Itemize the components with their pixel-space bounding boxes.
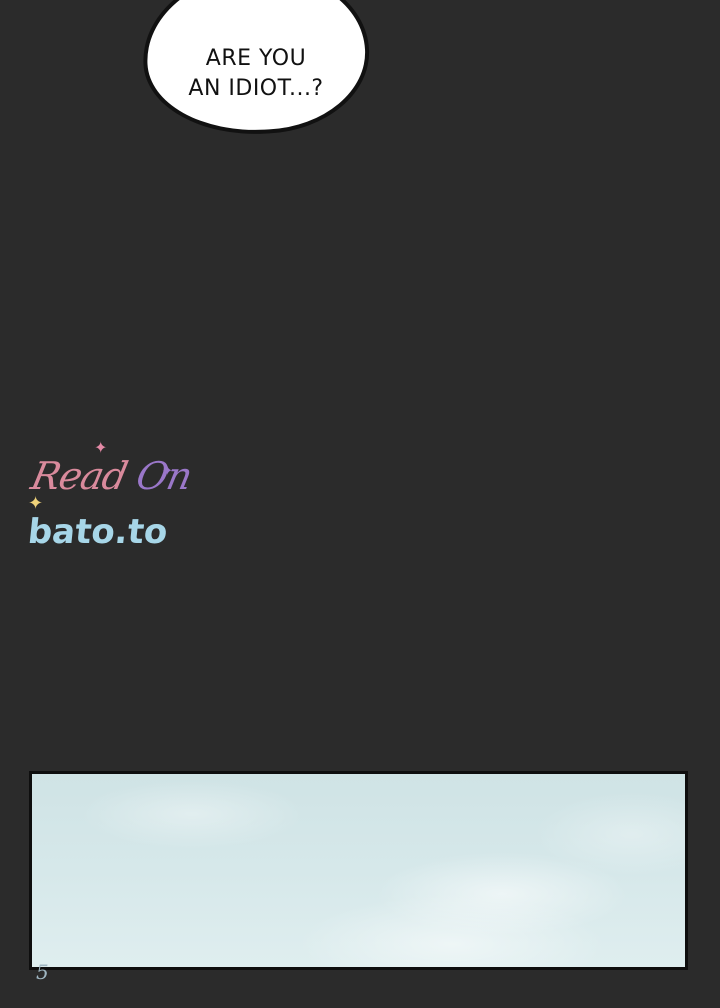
watermark: ✦ ✦ ✦ Read On bato.to bbox=[26, 436, 196, 566]
sky-panel bbox=[29, 771, 688, 970]
page-number: 5 bbox=[36, 960, 49, 984]
watermark-site: bato.to bbox=[25, 512, 170, 552]
sparkle-icon: ✦ bbox=[28, 493, 44, 514]
watermark-read-on: Read On bbox=[27, 454, 195, 498]
watermark-read-text: Read bbox=[27, 454, 131, 498]
speech-bubble-text: ARE YOU AN IDIOT...? bbox=[188, 46, 324, 101]
comic-page: ARE YOU AN IDIOT...? ✦ ✦ ✦ Read On bato.… bbox=[0, 0, 720, 1008]
watermark-on-text: On bbox=[132, 454, 196, 498]
